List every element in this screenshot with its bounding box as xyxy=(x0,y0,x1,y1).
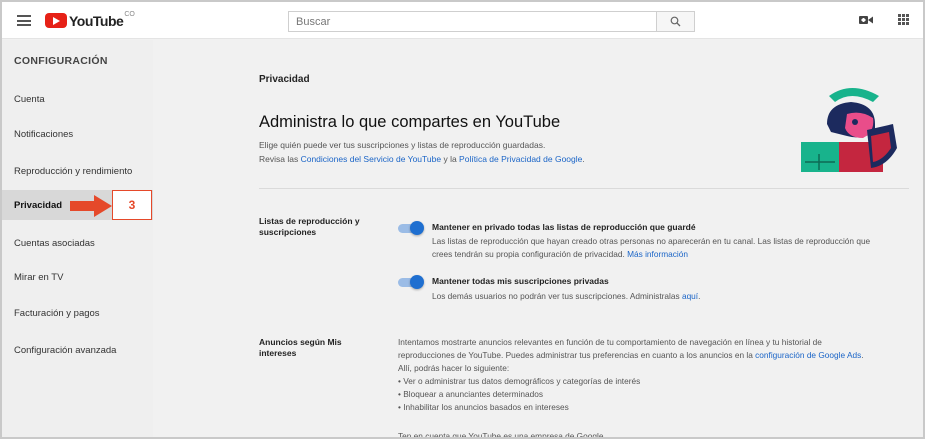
sidebar-heading: CONFIGURACIÓN xyxy=(14,55,108,67)
private-subscriptions-description: Los demás usuarios no podrán ver tus sus… xyxy=(432,290,912,303)
private-subscriptions-title: Mantener todas mis suscripciones privada… xyxy=(432,276,609,286)
ads-line1: Intentamos mostrarte anuncios relevantes… xyxy=(398,337,822,347)
ads-bullet: • Ver o administrar tus datos demográfic… xyxy=(398,376,641,387)
ads-line2-suffix: . xyxy=(861,350,864,361)
search-input[interactable] xyxy=(288,11,656,32)
private-playlists-desc-line2: crees tendrán su propia configuración de… xyxy=(432,248,912,261)
menu-icon[interactable] xyxy=(17,15,31,26)
sidebar-item-cuenta[interactable]: Cuenta xyxy=(2,84,153,114)
ads-line2-prefix: reproducciones de YouTube. Puedes admini… xyxy=(398,350,756,361)
search-bar xyxy=(288,11,695,32)
ads-bullet: • Inhabilitar los anuncios basados en in… xyxy=(398,402,569,413)
main-content: Privacidad Administra lo que compartes e… xyxy=(153,40,923,439)
sidebar-item-cuentas-asociadas[interactable]: Cuentas asociadas xyxy=(2,228,153,258)
top-bar: YouTube CO xyxy=(2,2,923,39)
top-right-actions xyxy=(859,14,909,25)
browser-frame: YouTube CO Buscar CONFIGURACIÓN Cuenta N… xyxy=(0,0,925,439)
terms-of-service-link[interactable]: Condiciones del Servicio de YouTube xyxy=(301,154,442,164)
private-playlists-desc-line1: Las listas de reproducción que hayan cre… xyxy=(432,236,871,246)
upload-video-button[interactable] xyxy=(859,15,873,25)
more-info-link[interactable]: Más información xyxy=(627,249,688,259)
sidebar-item-facturacion[interactable]: Facturación y pagos xyxy=(2,298,153,328)
sidebar-item-notificaciones[interactable]: Notificaciones xyxy=(2,119,153,149)
annotation-arrow-icon xyxy=(70,195,112,217)
video-camera-icon xyxy=(859,15,873,24)
private-playlists-description: Las listas de reproducción que hayan cre… xyxy=(432,235,912,261)
intro-links-text: Revisa las Condiciones del Servicio de Y… xyxy=(259,154,585,164)
manage-subscriptions-link[interactable]: aquí xyxy=(682,291,698,301)
privacy-policy-link[interactable]: Política de Privacidad de Google xyxy=(459,154,582,164)
private-subscriptions-toggle[interactable] xyxy=(398,275,424,289)
sidebar-item-mirar-en-tv[interactable]: Mirar en TV xyxy=(2,262,153,292)
private-playlists-title: Mantener en privado todas las listas de … xyxy=(432,222,696,232)
privacy-illustration xyxy=(801,88,897,172)
subscriptions-desc-prefix: Los demás usuarios no podrán ver tus sus… xyxy=(432,291,682,301)
page-title: Privacidad xyxy=(259,74,310,85)
ads-description: Intentamos mostrarte anuncios relevantes… xyxy=(398,336,913,414)
search-icon xyxy=(670,16,681,27)
logo-country-code: CO xyxy=(124,11,135,18)
intro-mid: y la xyxy=(441,154,460,164)
ads-line2: reproducciones de YouTube. Puedes admini… xyxy=(398,349,913,362)
settings-sidebar: CONFIGURACIÓN Cuenta Notificaciones Repr… xyxy=(2,40,153,437)
play-logo-icon xyxy=(45,13,67,28)
ads-line3: Allí, podrás hacer lo siguiente: xyxy=(398,363,510,374)
annotation-step-badge: 3 xyxy=(112,190,152,220)
intro-text: Elige quién puede ver tus suscripciones … xyxy=(259,140,546,150)
logo-text: YouTube xyxy=(69,12,124,29)
playlists-section-label: Listas de reproducción y suscripciones xyxy=(259,216,360,237)
private-playlists-toggle[interactable] xyxy=(398,221,424,235)
ads-bullet: • Bloquear a anunciantes determinados xyxy=(398,389,543,400)
intro-prefix: Revisa las xyxy=(259,154,301,164)
sidebar-item-reproduccion[interactable]: Reproducción y rendimiento xyxy=(2,156,153,186)
subscriptions-desc-suffix: . xyxy=(698,291,701,301)
ads-footer-note: Ten en cuenta que YouTube es una empresa… xyxy=(398,431,606,439)
sidebar-item-configuracion-avanzada[interactable]: Configuración avanzada xyxy=(2,335,153,365)
google-ads-settings-link[interactable]: configuración de Google Ads xyxy=(755,350,861,360)
intro-suffix: . xyxy=(582,154,585,164)
search-button[interactable] xyxy=(656,11,695,32)
apps-button[interactable] xyxy=(898,14,909,25)
page-headline: Administra lo que compartes en YouTube xyxy=(259,113,561,131)
youtube-logo[interactable]: YouTube CO xyxy=(45,11,135,29)
section-divider xyxy=(259,188,909,189)
private-playlists-desc-prefix: crees tendrán su propia configuración de… xyxy=(432,248,628,259)
ads-section-label: Anuncios según Mis intereses xyxy=(259,337,342,358)
apps-grid-icon xyxy=(898,14,909,25)
